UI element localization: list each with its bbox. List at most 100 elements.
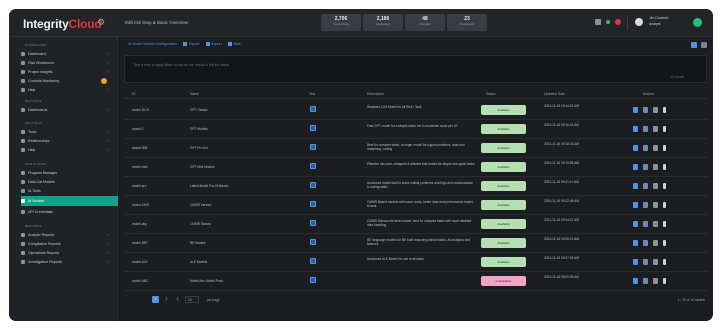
table-row[interactable]: model-BET BE Models BE language models for…: [124, 234, 707, 253]
test-checkbox[interactable]: [310, 220, 316, 226]
tab-import[interactable]: Import: [205, 42, 222, 46]
page-button[interactable]: 1: [152, 296, 159, 303]
view-icon[interactable]: [633, 183, 638, 189]
more-options-icon[interactable]: [663, 183, 666, 189]
model-id[interactable]: model-CMR: [132, 203, 149, 207]
sidebar-item-program-manager[interactable]: Program Manager: [21, 169, 113, 177]
grid-view-icon[interactable]: [701, 42, 707, 48]
sidebar-item-ai-tools[interactable]: AI Tools: [21, 187, 113, 195]
copy-icon[interactable]: [653, 259, 658, 265]
sidebar-item-help-settings[interactable]: Help ›: [21, 146, 113, 154]
table-row[interactable]: model-mini GPT Mini Models Effective low-c…: [124, 158, 707, 177]
edit-icon[interactable]: [643, 164, 648, 170]
more-options-icon[interactable]: [663, 240, 666, 246]
table-row[interactable]: model-ID-01 GPT Classic Standard LLM Model…: [124, 101, 707, 120]
column-header-name[interactable]: Name: [190, 92, 199, 96]
column-header-test[interactable]: Test: [309, 92, 315, 96]
sidebar-item-dashboard[interactable]: Dashboard ›: [21, 50, 113, 58]
tab-models-configuration[interactable]: AI Model Models Configuration: [128, 42, 177, 46]
test-checkbox[interactable]: [310, 201, 316, 207]
model-id[interactable]: model-mini: [132, 165, 148, 169]
test-checkbox[interactable]: [310, 277, 316, 283]
more-options-icon[interactable]: [663, 145, 666, 151]
table-row[interactable]: model-ALE ALE Models Advanced ALE Model fo…: [124, 253, 707, 272]
copy-icon[interactable]: [653, 278, 658, 284]
copy-icon[interactable]: [653, 164, 658, 170]
test-checkbox[interactable]: [310, 258, 316, 264]
list-view-icon[interactable]: [691, 42, 697, 48]
test-checkbox[interactable]: [310, 239, 316, 245]
sidebar-item-tools[interactable]: Tools ›: [21, 128, 113, 136]
kpi-card[interactable]: 48 Overdue: [405, 14, 445, 31]
copy-icon[interactable]: [653, 240, 658, 246]
gear-icon[interactable]: ⚙: [97, 17, 105, 28]
test-checkbox[interactable]: [310, 182, 316, 188]
edit-icon[interactable]: [643, 183, 648, 189]
table-row[interactable]: model-ABC Model Abc-Model-Proto Unavailabl…: [124, 272, 707, 291]
copy-icon[interactable]: [653, 202, 658, 208]
more-options-icon[interactable]: [663, 278, 666, 284]
copy-icon[interactable]: [653, 183, 658, 189]
copy-icon[interactable]: [653, 107, 658, 113]
test-checkbox[interactable]: [310, 163, 316, 169]
model-id[interactable]: model-3ML: [132, 146, 148, 150]
edit-icon[interactable]: [643, 221, 648, 227]
kpi-card[interactable]: 23 Treatments: [447, 14, 487, 31]
view-icon[interactable]: [633, 202, 638, 208]
test-checkbox[interactable]: [310, 125, 316, 131]
sidebar-item-relationships[interactable]: Relationships ›: [21, 137, 113, 145]
user-info[interactable]: Jim Dowbert Analyst: [649, 15, 668, 27]
kpi-card[interactable]: 2,186 Evaluated: [363, 14, 403, 31]
model-id[interactable]: model-pro: [132, 184, 146, 188]
filter-panel[interactable]: Type a term or apply filters to narrow t…: [124, 55, 707, 83]
test-checkbox[interactable]: [310, 106, 316, 112]
page-button[interactable]: 2: [163, 296, 170, 303]
page-size-select[interactable]: 10: [185, 296, 199, 303]
sidebar-item-controls-monitoring[interactable]: Controls Monitoring: [21, 77, 113, 85]
view-icon[interactable]: [633, 107, 638, 113]
copy-icon[interactable]: [653, 126, 658, 132]
app-logo[interactable]: IntegrityCloud: [23, 17, 102, 31]
edit-icon[interactable]: [643, 259, 648, 265]
sidebar-item-ai-models[interactable]: AI Models: [21, 196, 118, 206]
table-row[interactable]: model-pro Latest Model Pro-Hi-Bench Advanc…: [124, 177, 707, 196]
sidebar-item-operations-reports[interactable]: Operations Reports ›: [21, 249, 113, 257]
edit-icon[interactable]: [643, 126, 648, 132]
edit-icon[interactable]: [643, 240, 648, 246]
view-icon[interactable]: [633, 126, 638, 132]
model-id[interactable]: model-ID-01: [132, 108, 150, 112]
table-row[interactable]: model-dcp CMMR Stanza CMMR Stanza mid-leve…: [124, 215, 707, 234]
view-icon[interactable]: [633, 164, 638, 170]
view-icon[interactable]: [633, 145, 638, 151]
more-options-icon[interactable]: [663, 164, 666, 170]
flag-icon[interactable]: [595, 19, 601, 25]
more-options-icon[interactable]: [663, 259, 666, 265]
status-icon[interactable]: [606, 20, 610, 24]
alert-icon[interactable]: [615, 19, 621, 25]
more-options-icon[interactable]: [663, 107, 666, 113]
view-icon[interactable]: [633, 259, 638, 265]
column-header-description[interactable]: Description: [367, 92, 384, 96]
sidebar-item-compliance-reports[interactable]: Compliance Reports ›: [21, 240, 113, 248]
more-options-icon[interactable]: [663, 221, 666, 227]
edit-icon[interactable]: [643, 107, 648, 113]
view-icon[interactable]: [633, 221, 638, 227]
tab-bulk[interactable]: Bulk: [227, 42, 241, 46]
sidebar-item-analytic-reports[interactable]: Analytic Reports ›: [21, 231, 113, 239]
kpi-card[interactable]: 2,706 Open Risks: [321, 14, 361, 31]
more-options-icon[interactable]: [663, 202, 666, 208]
tab-export[interactable]: Export: [183, 42, 200, 46]
sidebar-item-dashboards[interactable]: Dashboards ›: [21, 106, 113, 114]
table-row[interactable]: model-2 GPT Models Fast GPT model for a si…: [124, 120, 707, 139]
sidebar-item-help[interactable]: Help ›: [21, 86, 113, 94]
online-status-icon[interactable]: [693, 18, 702, 27]
copy-icon[interactable]: [653, 145, 658, 151]
model-id[interactable]: model-ABC: [132, 279, 148, 283]
view-icon[interactable]: [633, 278, 638, 284]
more-options-icon[interactable]: [663, 126, 666, 132]
sidebar-item-api-credentials[interactable]: API Credentials: [21, 208, 113, 216]
sidebar-item-investigation-reports[interactable]: Investigation Reports ›: [21, 258, 113, 266]
edit-icon[interactable]: [643, 145, 648, 151]
sidebar-item-project-insights[interactable]: Project Insights ›: [21, 68, 113, 76]
copy-icon[interactable]: [653, 221, 658, 227]
